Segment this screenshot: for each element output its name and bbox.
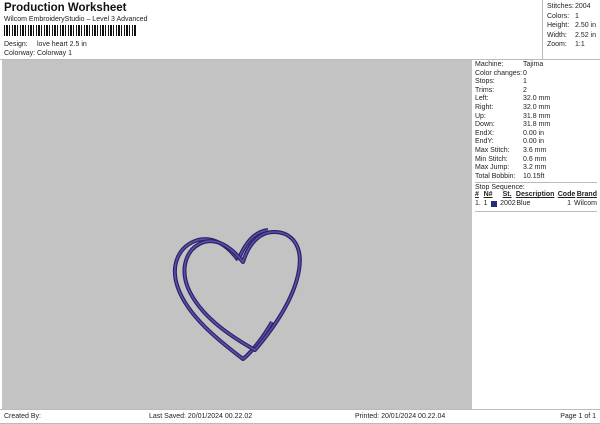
printed: Printed: 20/01/2024 00.22.04 — [355, 413, 446, 420]
detail-value: 32.0 mm — [523, 103, 551, 111]
detail-row: Max Stitch: 3.6 mm — [475, 147, 597, 156]
col-st: St. — [502, 191, 512, 199]
stat-label: Width: — [547, 31, 567, 39]
stat-label: Stitches: — [547, 3, 574, 10]
details-panel: Machine: Tajima Color changes: 0 Stops: 1 Trim… — [468, 60, 600, 409]
created-by: Created By: — [4, 413, 41, 420]
stat-value: 2.52 in — [574, 31, 597, 39]
detail-label: Left: — [475, 95, 489, 103]
detail-value: 3.6 mm — [523, 146, 547, 154]
detail-row: EndY: 0.00 in — [475, 138, 597, 147]
design-label: Design: — [4, 41, 28, 48]
detail-label: Machine: — [475, 61, 504, 68]
detail-value: 0.00 in — [523, 138, 545, 146]
col-description: Description — [515, 191, 555, 199]
detail-value: Tajima — [523, 61, 544, 68]
detail-row: Trims: 2 — [475, 87, 597, 96]
detail-row: Color changes: 0 — [475, 70, 597, 79]
detail-row: Machine: Tajima — [475, 61, 597, 70]
row-st: 2002 — [500, 199, 516, 207]
detail-label: Color changes: — [475, 69, 523, 77]
detail-row: Max Jump: 3.2 mm — [475, 164, 597, 173]
detail-label: Max Stitch: — [475, 146, 510, 154]
detail-label: Up: — [475, 112, 486, 120]
detail-value: 0.6 mm — [523, 155, 547, 163]
stop-sequence-header: # N# St. Description Code Brand — [475, 191, 597, 200]
detail-label: Stops: — [475, 78, 495, 86]
stats-box: Stitches: 2004 Colors: 1 Height: 2.50 in Width… — [542, 0, 600, 59]
col-num: # — [475, 191, 479, 199]
row-num: 1. — [475, 199, 481, 207]
detail-value: 0.00 in — [523, 129, 545, 137]
stat-label: Height: — [547, 22, 570, 30]
software-name: Wilcom EmbroideryStudio – Level 3 Advanc… — [4, 16, 148, 23]
detail-value: 3.2 mm — [523, 164, 547, 172]
page-title: Production Worksheet — [4, 2, 127, 14]
detail-label: Right: — [475, 103, 494, 111]
col-code: Code — [557, 191, 576, 199]
detail-row: Down: 31.8 mm — [475, 121, 597, 130]
detail-label: Max Jump: — [475, 164, 510, 172]
stop-sequence-label: Stop Sequence: — [475, 184, 525, 192]
divider — [475, 211, 597, 213]
design-value: love heart 2.5 in — [37, 41, 87, 48]
stat-label: Colors: — [547, 12, 570, 20]
stat-row: Zoom: 1:1 — [547, 41, 596, 51]
row-code: 1 — [567, 199, 572, 207]
detail-value: 32.0 mm — [523, 95, 551, 103]
detail-value: 2 — [523, 86, 527, 94]
row-description: Blue — [516, 199, 531, 207]
detail-label: EndY: — [475, 138, 494, 146]
detail-row: Left: 32.0 mm — [475, 95, 597, 104]
barcode — [4, 25, 136, 36]
detail-value: 31.8 mm — [523, 112, 551, 120]
last-saved: Last Saved: 20/01/2024 00.22.02 — [149, 413, 253, 420]
table-row: 1. 1 2002 Blue 1 Wilcom — [475, 200, 597, 209]
detail-label: Total Bobbin: — [475, 172, 516, 180]
detail-value: 1 — [523, 78, 527, 86]
stat-row: Height: 2.50 in — [547, 22, 596, 32]
detail-value: 10.15ft — [523, 172, 545, 180]
design-preview — [2, 60, 468, 409]
detail-label: Trims: — [475, 86, 495, 94]
stat-value: 2.50 in — [574, 22, 597, 30]
detail-row: Min Stitch: 0.6 mm — [475, 156, 597, 165]
stat-value: 1 — [575, 12, 579, 20]
detail-row: EndX: 0.00 in — [475, 130, 597, 139]
detail-label: EndX: — [475, 129, 495, 137]
detail-row: Right: 32.0 mm — [475, 104, 597, 113]
colorway-label: Colorway: — [4, 50, 36, 57]
detail-label: Down: — [475, 121, 495, 129]
detail-row: Stops: 1 — [475, 78, 597, 87]
footer: Created By: Last Saved: 20/01/2024 00.22… — [0, 409, 600, 424]
stat-row: Width: 2.52 in — [547, 32, 596, 42]
heart-design — [172, 228, 302, 361]
page-number: Page 1 of 1 — [560, 413, 596, 420]
row-n: 1 — [483, 199, 488, 207]
stat-label: Zoom: — [547, 41, 567, 49]
stat-value: 1:1 — [575, 41, 585, 49]
detail-label: Min Stitch: — [475, 155, 508, 163]
detail-row: Total Bobbin: 10.15ft — [475, 173, 597, 182]
detail-value: 0 — [523, 69, 527, 77]
heart-back-outline — [172, 237, 274, 361]
detail-row: Up: 31.8 mm — [475, 113, 597, 122]
color-swatch — [491, 200, 498, 207]
stat-row: Stitches: 2004 — [547, 3, 596, 13]
detail-value: 31.8 mm — [523, 121, 551, 129]
row-brand: Wilcom — [574, 199, 597, 207]
colorway-value: Colorway 1 — [37, 50, 73, 57]
col-n: N# — [483, 191, 493, 199]
col-brand: Brand — [576, 191, 597, 199]
stat-value: 2004 — [575, 3, 591, 10]
stat-row: Colors: 1 — [547, 13, 596, 23]
